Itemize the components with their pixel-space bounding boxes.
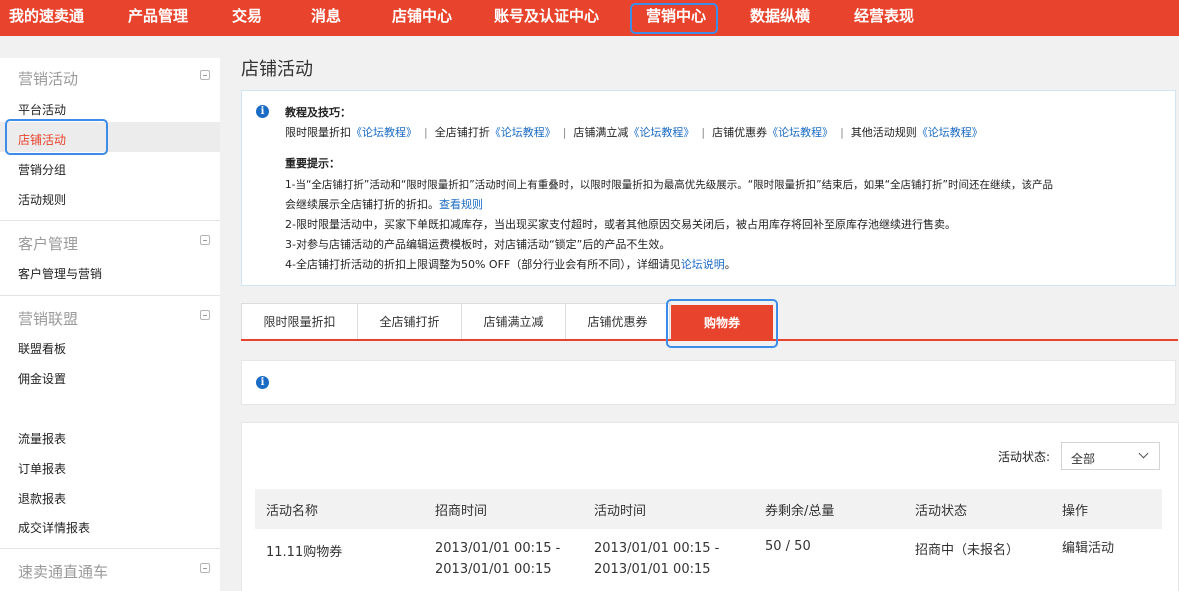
- tips-title: 教程及技巧：: [285, 106, 351, 119]
- tip-forum-link[interactable]: 《论坛教程》: [767, 126, 833, 139]
- sidebar-section-marketing[interactable]: 营销活动: [18, 68, 78, 89]
- nav-messages[interactable]: 消息: [311, 0, 341, 36]
- forum-explanation-link[interactable]: 论坛说明: [681, 258, 725, 271]
- tip-label: 全店铺打折: [434, 126, 490, 139]
- cell-activity-name: 11.11购物券: [266, 545, 343, 560]
- sidebar-item-activity-rules[interactable]: 活动规则: [18, 191, 66, 208]
- status-filter-value: 全部: [1071, 452, 1096, 466]
- tab-store-wide-discount[interactable]: 全店铺打折: [357, 303, 462, 340]
- tip-forum-link[interactable]: 《论坛教程》: [628, 126, 694, 139]
- info-icon: i: [256, 376, 269, 389]
- nav-store-center[interactable]: 店铺中心: [392, 0, 452, 36]
- collapse-icon[interactable]: [200, 563, 210, 573]
- cell-recruit-time-end: 2013/01/01 00:15: [435, 562, 552, 577]
- separator: |: [555, 126, 574, 139]
- sidebar-item-marketing-group[interactable]: 营销分组: [18, 161, 66, 178]
- sidebar-item-platform-activity[interactable]: 平台活动: [18, 101, 66, 118]
- cell-coupon-quota: 50 / 50: [765, 539, 811, 554]
- nav-data[interactable]: 数据纵横: [750, 0, 810, 36]
- tip-label: 店铺优惠券: [712, 126, 768, 139]
- cell-activity-status: 招商中（未报名）: [915, 543, 1020, 558]
- separator: |: [833, 126, 851, 139]
- separator: |: [417, 126, 435, 139]
- highlight-shopping-coupon-tab: [666, 299, 778, 348]
- notice-4: 4-全店铺打折活动的折扣上限调整为50% OFF（部分行业会有所不同），详细请见…: [285, 256, 736, 272]
- status-filter-select[interactable]: 全部: [1061, 442, 1160, 470]
- nav-trade[interactable]: 交易: [232, 0, 262, 36]
- sidebar-item-commission-settings[interactable]: 佣金设置: [18, 370, 66, 387]
- nav-account-center[interactable]: 账号及认证中心: [494, 0, 599, 36]
- tab-limited-discount[interactable]: 限时限量折扣: [241, 303, 358, 340]
- notice-1-text: 会继续展示全店铺打折的折扣。: [285, 198, 439, 211]
- notice-4-end: 。: [724, 258, 736, 271]
- notice-4-text: 4-全店铺打折活动的折扣上限调整为50% OFF（部分行业会有所不同），详细请见: [285, 258, 681, 271]
- nav-product-management[interactable]: 产品管理: [128, 0, 188, 36]
- tip-forum-link[interactable]: 《论坛教程》: [917, 126, 983, 139]
- col-activity-name: 活动名称: [266, 504, 319, 519]
- page-title: 店铺活动: [241, 59, 313, 80]
- col-activity-time: 活动时间: [594, 504, 647, 519]
- col-activity-status: 活动状态: [915, 504, 968, 519]
- tip-label: 店铺满立减: [573, 126, 629, 139]
- view-rules-link[interactable]: 查看规则: [439, 198, 483, 211]
- sidebar-divider: [0, 220, 220, 221]
- notice-1-cont: 会继续展示全店铺打折的折扣。查看规则: [285, 196, 483, 212]
- notice-title: 重要提示：: [285, 157, 340, 170]
- tab-store-coupon[interactable]: 店铺优惠券: [565, 303, 670, 340]
- sidebar-item-order-report[interactable]: 订单报表: [18, 460, 66, 477]
- sidebar-divider: [0, 295, 220, 296]
- sidebar-section-customer[interactable]: 客户管理: [18, 233, 78, 254]
- notice-2: 2-限时限量活动中，买家下单既扣减库存，当出现买家支付超时，或者其他原因交易关闭…: [285, 218, 956, 231]
- sidebar-item-refund-report[interactable]: 退款报表: [18, 490, 66, 507]
- sidebar-item-deal-report[interactable]: 成交详情报表: [18, 519, 90, 536]
- tab-full-reduction[interactable]: 店铺满立减: [461, 303, 566, 340]
- cell-activity-time-start: 2013/01/01 00:15 -: [594, 541, 720, 556]
- cell-recruit-time-start: 2013/01/01 00:15 -: [435, 541, 561, 556]
- col-coupon-quota: 券剩余/总量: [765, 504, 835, 519]
- sidebar-item-traffic-report[interactable]: 流量报表: [18, 430, 66, 447]
- tip-label: 限时限量折扣: [285, 126, 351, 139]
- tip-label: 其他活动规则: [850, 126, 917, 139]
- table-header: [255, 489, 1162, 529]
- tab-info-box: [241, 360, 1176, 405]
- col-recruit-time: 招商时间: [435, 504, 488, 519]
- nav-performance[interactable]: 经营表现: [854, 0, 914, 36]
- highlight-marketing-center: [630, 3, 718, 34]
- highlight-store-activity: [5, 119, 108, 155]
- collapse-icon[interactable]: [200, 235, 210, 245]
- tip-forum-link[interactable]: 《论坛教程》: [490, 126, 556, 139]
- notice-3: 3-对参与店铺活动的产品编辑运费模板时，对店铺活动“锁定”后的产品不生效。: [285, 238, 671, 251]
- tips-line: 限时限量折扣《论坛教程》 | 全店铺打折《论坛教程》 | 店铺满立减《论坛教程》…: [285, 124, 983, 140]
- sidebar-section-affiliate[interactable]: 营销联盟: [18, 308, 78, 329]
- col-action: 操作: [1062, 504, 1089, 519]
- collapse-icon[interactable]: [200, 70, 210, 80]
- sidebar-section-p4p[interactable]: 速卖通直通车: [18, 561, 108, 582]
- sidebar-item-customer-marketing[interactable]: 客户管理与营销: [18, 265, 102, 282]
- tip-forum-link[interactable]: 《论坛教程》: [351, 126, 417, 139]
- sidebar-divider: [0, 548, 220, 549]
- sidebar-item-affiliate-dashboard[interactable]: 联盟看板: [18, 340, 66, 357]
- info-icon: i: [256, 105, 269, 118]
- edit-activity-link[interactable]: 编辑活动: [1062, 537, 1114, 556]
- chevron-down-icon: [1138, 448, 1149, 459]
- status-filter-label: 活动状态:: [998, 450, 1051, 464]
- notice-1: 1-当“全店铺打折”活动和“限时限量折扣”活动时间上有重叠时，以限时限量折扣为最…: [285, 179, 1053, 191]
- collapse-icon[interactable]: [200, 310, 210, 320]
- nav-my-aliexpress[interactable]: 我的速卖通: [9, 0, 84, 36]
- cell-activity-time-end: 2013/01/01 00:15: [594, 562, 711, 577]
- top-nav-bar: 我的速卖通 产品管理 交易 消息 店铺中心 账号及认证中心 营销中心 数据纵横 …: [0, 0, 1179, 36]
- separator: |: [694, 126, 713, 139]
